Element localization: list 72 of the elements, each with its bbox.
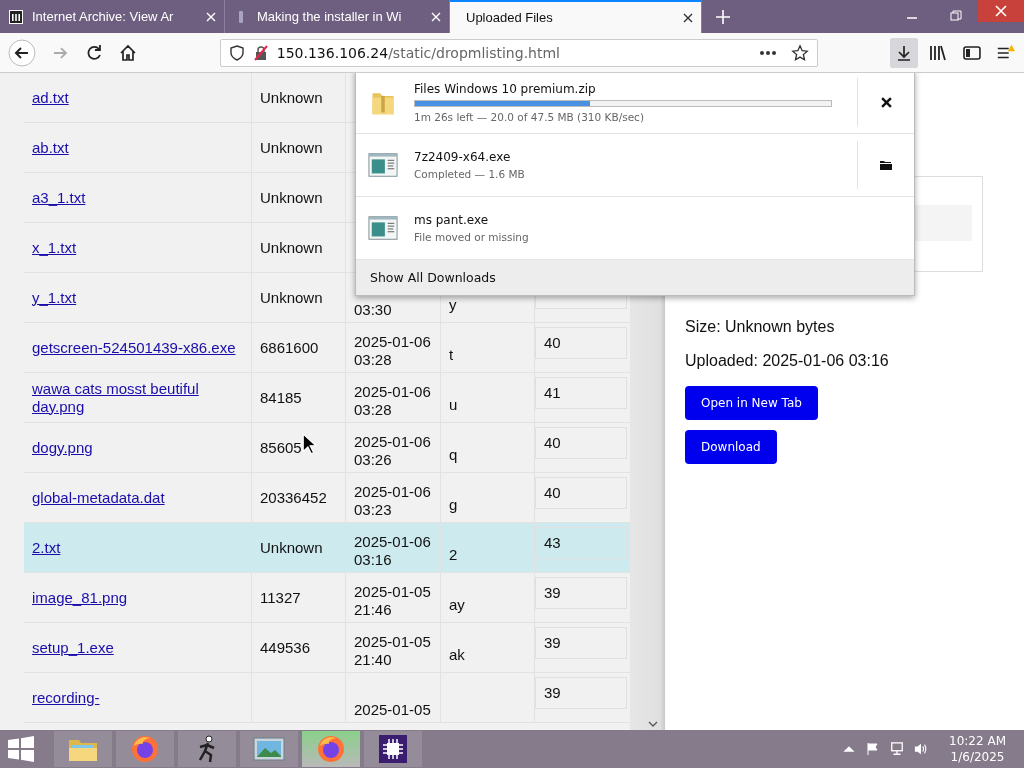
size-text: 84185 [260,388,302,407]
download-item[interactable]: 7z2409-x64.exe Completed — 1.6 MB [356,134,914,197]
table-row[interactable]: image_81.png 11327 2025-01-05 21:46 ay 39 [24,573,630,623]
table-row[interactable]: setup_1.exe 449536 2025-01-05 21:40 ak 39 [24,623,630,673]
size-text: 6861600 [260,338,319,357]
date-text: 2025-01-06 03:16 [354,532,432,569]
download-item[interactable]: Files Windows 10 premium.zip 1m 26s left — 20.0 of 47.5 MB (310 KB/sec) [356,73,914,134]
size-text: Unknown [260,238,323,257]
uploaded-info: Uploaded: 2025-01-06 03:16 [685,352,889,370]
date-text: 2025-01-06 03:26 [354,432,432,469]
number-cell: 41 [535,377,627,409]
size-text: Unknown [260,538,323,557]
size-text: 449536 [260,638,311,657]
date-text: 2025-01-06 03:23 [354,482,432,519]
date-text: 2025-01-06 03:28 [354,382,432,419]
type-text: g [449,495,458,514]
number-cell: 39 [535,677,627,709]
file-link[interactable]: setup_1.exe [32,638,114,657]
number-cell: 40 [535,327,627,359]
download-status: File moved or missing [414,231,530,243]
size-text: Unknown [260,188,323,207]
file-link[interactable]: recording- [32,688,100,707]
type-text: y [449,295,457,314]
size-text: 11327 [260,588,301,607]
number-cell: 43 [535,527,627,559]
table-row[interactable]: recording- 2025-01-05 39 [24,673,630,723]
address-field[interactable]: 150.136.106.24/static/dropmlisting.html [219,38,819,67]
table-row[interactable]: wawa cats mosst beutiful day.png 84185 2025-01-06 03:28 u 41 [24,373,630,423]
show-all-downloads-button[interactable]: Show All Downloads [356,260,914,295]
size-info: Size: Unknown bytes [685,318,835,336]
number-cell: 40 [535,477,627,509]
size-text: Unknown [260,288,323,307]
url-host: 150.136.106.24 [276,44,389,61]
file-link[interactable]: y_1.txt [32,288,77,307]
type-text: t [449,345,454,364]
number-cell: 39 [535,577,627,609]
table-row[interactable]: getscreen-524501439-x86.exe 6861600 2025-01-06 03:28 t 40 [24,323,630,373]
browser-tab[interactable]: Uploaded Files [450,0,702,33]
download-name: 7z2409-x64.exe [414,150,512,164]
size-text: 85605 [260,438,302,457]
type-text: 2 [449,545,458,564]
file-link[interactable]: ab.txt [32,138,69,157]
size-text: Unknown [260,138,323,157]
type-text: u [449,395,458,414]
file-link[interactable]: 2.txt [32,538,61,557]
file-link[interactable]: global-metadata.dat [32,488,165,507]
action-button[interactable]: Download [685,430,777,464]
file-link[interactable]: getscreen-524501439-x86.exe [32,338,236,357]
date-text: 2025-01-05 21:46 [354,582,432,619]
date-text: 2025-01-05 [354,699,432,719]
file-link[interactable]: wawa cats mosst beutiful day.png [32,379,243,416]
file-link[interactable]: x_1.txt [32,238,77,257]
action-button[interactable]: Open in New Tab [685,386,818,420]
type-text: ay [449,595,465,614]
url-path: /static/dropmlisting.html [388,44,560,61]
clock-time: 10:22 AM [949,733,1006,749]
date-text: 2025-01-05 21:40 [354,632,432,669]
size-text: 20336452 [260,488,327,507]
file-link[interactable]: image_81.png [32,588,128,607]
file-link[interactable]: a3_1.txt [32,188,86,207]
number-cell: 39 [535,627,627,659]
size-text: Unknown [260,88,323,107]
clock-date: 1/6/2025 [950,749,1005,765]
type-text: q [449,445,458,464]
download-name: Files Windows 10 premium.zip [414,81,597,96]
type-text: ak [449,645,465,664]
file-link[interactable]: dogy.png [32,438,93,457]
number-cell: 40 [535,427,627,459]
date-text: 2025-01-06 03:28 [354,332,432,369]
date-text: 03:30 [354,299,393,319]
table-row[interactable]: 2.txt Unknown 2025-01-06 03:16 2 43 [24,523,630,573]
file-link[interactable]: ad.txt [32,88,69,107]
